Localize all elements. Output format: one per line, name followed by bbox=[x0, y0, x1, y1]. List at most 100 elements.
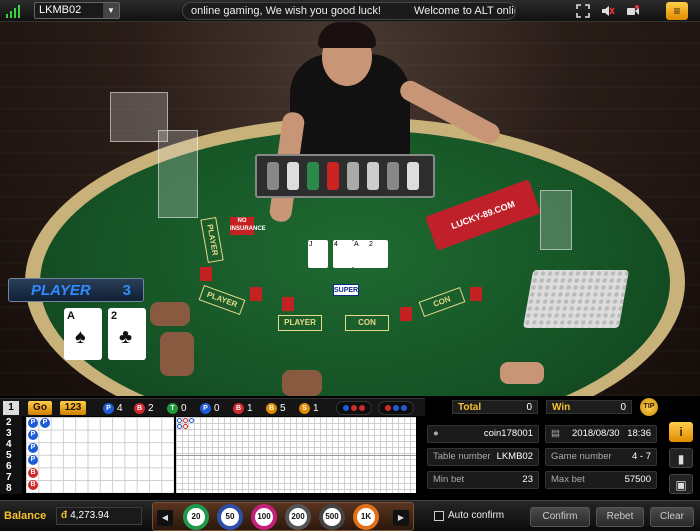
hamburger-icon: ≡ bbox=[673, 4, 681, 18]
chip-20[interactable]: 20 bbox=[183, 504, 209, 530]
top-icons bbox=[576, 3, 640, 19]
balance-value-box: đ 4,273.94 bbox=[56, 507, 142, 525]
stat-player-count: P 4 bbox=[103, 401, 123, 415]
bottom-bar: Balance đ 4,273.94 ◀ 20 50 100 200 500 1K… bbox=[0, 500, 700, 531]
marquee-text-2: Welcome to ALT online gamir bbox=[414, 5, 515, 17]
stat-banker-pair-count: B 1 bbox=[233, 401, 253, 415]
big-road-player-mark bbox=[177, 418, 182, 423]
big-road[interactable] bbox=[176, 417, 416, 493]
total-value: 0 bbox=[526, 402, 532, 413]
player-card-2: 2 ♣ bbox=[108, 308, 146, 360]
road-row-numbers: 2 3 4 5 6 7 8 bbox=[0, 416, 22, 494]
club-icon: ♣ bbox=[119, 326, 133, 348]
chip-tray bbox=[255, 154, 435, 198]
player-dot-icon: P bbox=[103, 402, 114, 414]
go-button[interactable]: Go bbox=[28, 401, 52, 415]
win-value: 0 bbox=[620, 402, 626, 413]
player-prediction-button[interactable] bbox=[336, 401, 372, 415]
chevron-right-icon[interactable]: ▶ bbox=[393, 510, 409, 526]
stat-player-pair-count: P 0 bbox=[200, 401, 220, 415]
player-score: 3 bbox=[122, 282, 131, 299]
auto-confirm-label: Auto confirm bbox=[448, 510, 505, 521]
chip-100[interactable]: 100 bbox=[251, 504, 277, 530]
fullscreen-icon[interactable] bbox=[576, 4, 590, 18]
bead-player: P bbox=[28, 455, 38, 465]
statistics-button[interactable]: ▮ bbox=[669, 448, 693, 468]
banker-prediction-button[interactable] bbox=[378, 401, 414, 415]
video-icon[interactable] bbox=[626, 4, 640, 18]
max-bet-cell: Max bet 57500 bbox=[545, 471, 657, 489]
table-select-dropdown[interactable]: LKMB02 ▼ bbox=[34, 2, 120, 19]
confirm-button[interactable]: Confirm bbox=[530, 507, 590, 527]
big-dot-icon: B bbox=[266, 402, 277, 414]
big-road-player-mark bbox=[189, 418, 194, 423]
checkbox-icon bbox=[434, 510, 444, 521]
top-bar: LKMB02 ▼ online gaming, We wish you good… bbox=[0, 0, 700, 22]
card-rack bbox=[522, 270, 630, 328]
card-rank: 2 bbox=[111, 310, 118, 322]
card-rank: A bbox=[67, 310, 75, 322]
win-box: Win 0 bbox=[546, 400, 632, 414]
bead-banker: B bbox=[28, 480, 38, 490]
chip-500[interactable]: 500 bbox=[319, 504, 345, 530]
dealt-card: 4 bbox=[333, 240, 353, 268]
balance-value: 4,273.94 bbox=[70, 510, 110, 521]
bead-player: P bbox=[40, 418, 50, 428]
small-dot-icon: S bbox=[299, 402, 310, 414]
bead-player: P bbox=[28, 418, 38, 428]
big-road-banker-mark bbox=[183, 424, 188, 429]
chevron-down-icon: ▼ bbox=[103, 3, 119, 18]
win-label: Win bbox=[552, 402, 571, 413]
calendar-icon: ▤ bbox=[551, 428, 560, 439]
table-number-cell: Table number LKMB02 bbox=[427, 448, 539, 466]
banker-pair-dot-icon: B bbox=[233, 402, 244, 414]
user-cell: ● coin178001 bbox=[427, 425, 539, 443]
super-sign: SUPER bbox=[333, 284, 359, 296]
chip-selector: ◀ 20 50 100 200 500 1K ▶ bbox=[152, 502, 414, 531]
table-select-value: LKMB02 bbox=[39, 4, 82, 16]
total-bet-box: Total 0 bbox=[452, 400, 538, 414]
number-toggle-button[interactable]: 123 bbox=[60, 401, 86, 415]
menu-button[interactable]: ≡ bbox=[666, 2, 688, 20]
road-stats-bar: 1 Go 123 P 4 B 2 T 0 P 0 B 1 B 5 S 1 bbox=[0, 398, 425, 416]
no-insurance-sign: NO INSURANCE bbox=[230, 217, 266, 235]
tie-dot-icon: T bbox=[167, 402, 178, 414]
big-road-player-mark bbox=[177, 424, 182, 429]
username: coin178001 bbox=[483, 428, 533, 439]
chip-200[interactable]: 200 bbox=[285, 504, 311, 530]
game-number-cell: Game number 4 - 7 bbox=[545, 448, 657, 466]
chip-50[interactable]: 50 bbox=[217, 504, 243, 530]
big-road-banker-mark bbox=[183, 418, 188, 423]
tip-button[interactable]: TIP bbox=[640, 398, 658, 416]
balance-label: Balance bbox=[4, 510, 47, 522]
bead-banker: B bbox=[28, 468, 38, 478]
info-icon: i bbox=[679, 425, 683, 439]
auto-confirm-checkbox[interactable]: Auto confirm bbox=[434, 510, 504, 521]
sound-off-icon[interactable] bbox=[601, 4, 615, 18]
player-card-1: A ♠ bbox=[64, 308, 102, 360]
currency-icon: đ bbox=[61, 510, 68, 521]
date: 2018/08/30 bbox=[572, 428, 620, 439]
dealt-card: J bbox=[308, 240, 328, 268]
live-video: LUCKY-89.COM NO INSURANCE PLAYER CON PLA… bbox=[0, 22, 700, 396]
rebet-button[interactable]: Rebet bbox=[596, 507, 644, 527]
row-number: 1 bbox=[3, 401, 19, 415]
stat-small-count: S 1 bbox=[299, 401, 319, 415]
bead-road[interactable]: P P P P B B P bbox=[26, 417, 174, 493]
table-number: LKMB02 bbox=[496, 451, 533, 462]
player-pair-dot-icon: P bbox=[200, 402, 211, 414]
chip-1k[interactable]: 1K bbox=[353, 504, 379, 530]
chevron-left-icon[interactable]: ◀ bbox=[157, 510, 173, 526]
game-number: 4 - 7 bbox=[631, 451, 651, 462]
bar-chart-icon: ▮ bbox=[677, 452, 685, 466]
table-label-con: CON bbox=[345, 315, 389, 331]
spade-icon: ♠ bbox=[75, 326, 86, 348]
total-label: Total bbox=[458, 402, 482, 413]
clear-button[interactable]: Clear bbox=[650, 507, 694, 527]
dealt-card: 2 bbox=[368, 240, 388, 268]
chat-button[interactable]: ▣ bbox=[669, 474, 693, 494]
bead-player: P bbox=[28, 430, 38, 440]
max-bet: 57500 bbox=[624, 474, 651, 485]
min-bet-cell: Min bet 23 bbox=[427, 471, 539, 489]
info-button[interactable]: i bbox=[669, 422, 693, 442]
